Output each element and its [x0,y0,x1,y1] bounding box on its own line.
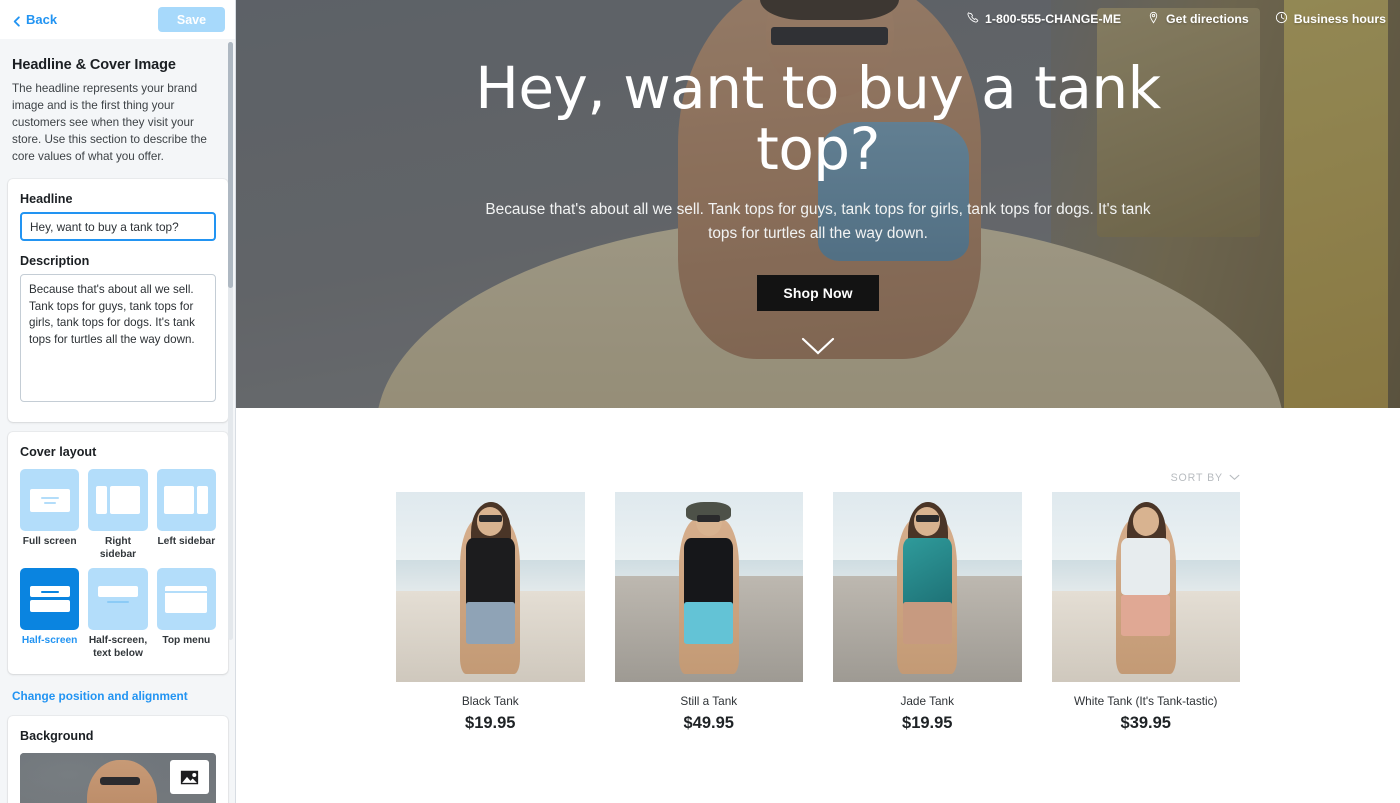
phone-icon [966,11,979,27]
app-root: Back Save Headline & Cover Image The hea… [0,0,1400,803]
store-contact-bar: 1-800-555-CHANGE-ME Get directions Busin… [236,0,1400,38]
chevron-down-icon[interactable] [801,337,835,360]
page-title: Headline & Cover Image [12,57,176,73]
business-hours-item[interactable]: Business hours [1275,11,1386,27]
sort-bar: SORT BY [396,408,1240,492]
footer-peek [396,733,1240,757]
background-card: Background [8,716,228,803]
product-image [396,492,585,682]
left-sidebar-thumb-icon [156,469,216,531]
sort-by-label: SORT BY [1170,472,1223,484]
layout-option-label: Top menu [162,635,211,646]
cover-layout-label: Cover layout [20,445,97,459]
product-price: $49.95 [683,714,734,732]
product-card[interactable]: Still a Tank $49.95 [614,492,803,733]
product-card[interactable]: Black Tank $19.95 [396,492,585,733]
cover-layout-card: Cover layout Full screen Right sidebar L… [8,432,228,674]
background-image-preview[interactable] [20,753,216,803]
product-price: $19.95 [902,714,953,732]
full-screen-thumb-icon [20,469,80,531]
hero-content: Hey, want to buy a tank top? Because tha… [236,0,1400,408]
phone-number-label: 1-800-555-CHANGE-ME [985,12,1122,26]
product-name: Jade Tank [900,694,955,708]
layout-option-label: Left sidebar [157,536,216,547]
product-image [1051,492,1240,682]
product-section: SORT BY Black Tank $19.95 Still a Tank $… [236,408,1400,757]
product-price: $39.95 [1120,714,1171,732]
layout-option-top-menu[interactable]: Top menu [156,568,216,660]
save-button[interactable]: Save [158,7,225,32]
product-name: Still a Tank [680,694,738,708]
editor-sidebar: Back Save Headline & Cover Image The hea… [0,0,236,803]
product-price: $19.95 [465,714,516,732]
sidebar-intro: Headline & Cover Image The headline repr… [0,39,235,179]
sort-by-control[interactable]: SORT BY [1171,472,1240,484]
top-menu-thumb-icon [156,568,216,630]
back-label: Back [26,12,58,27]
chevron-down-icon [1229,472,1240,484]
product-name: Black Tank [461,694,519,708]
layout-option-right-sidebar[interactable]: Right sidebar [88,469,148,561]
product-name: White Tank (It's Tank-tastic) [1074,694,1218,708]
phone-number-item[interactable]: 1-800-555-CHANGE-ME [966,11,1121,27]
layout-option-label: Half-screen [21,635,78,646]
change-position-alignment-link[interactable]: Change position and alignment [0,684,235,716]
store-preview: 1-800-555-CHANGE-ME Get directions Busin… [236,0,1400,803]
product-image [614,492,803,682]
description-textarea[interactable] [20,274,216,402]
clock-icon [1275,11,1288,27]
half-screen-thumb-icon [20,568,80,630]
background-label: Background [20,729,94,743]
headline-label: Headline [20,192,73,206]
sidebar-scrollbar-track[interactable] [228,42,233,640]
sidebar-scrollbar-thumb[interactable] [228,42,233,288]
right-sidebar-thumb-icon [88,469,148,531]
image-icon[interactable] [170,760,209,794]
chevron-left-icon [12,15,21,27]
cover-layout-options: Full screen Right sidebar Left sidebar H… [20,469,216,660]
layout-option-half-screen-text-below[interactable]: Half-screen, text below [88,568,148,660]
get-directions-label: Get directions [1166,12,1249,26]
layout-option-label: Right sidebar [99,536,137,560]
get-directions-item[interactable]: Get directions [1147,11,1249,27]
product-image [833,492,1022,682]
product-card[interactable]: Jade Tank $19.95 [833,492,1022,733]
business-hours-label: Business hours [1293,12,1386,26]
hero-headline: Hey, want to buy a tank top? [475,54,1161,183]
sidebar-topbar: Back Save [0,0,235,39]
layout-option-full-screen[interactable]: Full screen [20,469,80,561]
headline-input[interactable] [20,212,216,241]
product-card[interactable]: White Tank (It's Tank-tastic) $39.95 [1051,492,1240,733]
product-grid: Black Tank $19.95 Still a Tank $49.95 Ja… [396,492,1240,733]
layout-option-label: Full screen [22,536,77,547]
back-button[interactable]: Back [12,12,57,27]
layout-option-half-screen[interactable]: Half-screen [20,568,80,660]
headline-card: Headline Description [8,179,228,422]
layout-option-label: Half-screen, text below [88,635,148,659]
hero-section: 1-800-555-CHANGE-ME Get directions Busin… [236,0,1400,408]
section-description: The headline represents your brand image… [12,82,207,163]
layout-option-left-sidebar[interactable]: Left sidebar [156,469,216,561]
half-screen-text-below-thumb-icon [88,568,148,630]
description-label: Description [20,254,90,268]
sidebar-scroll-region: Headline & Cover Image The headline repr… [0,39,235,803]
shop-now-button[interactable]: Shop Now [757,275,879,311]
hero-subtext: Because that's about all we sell. Tank t… [485,201,1151,242]
map-pin-icon [1147,11,1160,27]
